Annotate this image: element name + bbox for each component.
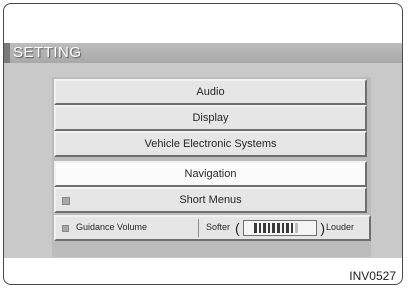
guidance-volume-label: Guidance Volume xyxy=(76,222,148,232)
volume-bar xyxy=(263,223,266,233)
vehicle-electronic-systems-label: Vehicle Electronic Systems xyxy=(144,138,277,150)
volume-bars xyxy=(254,223,298,233)
display-button-label: Display xyxy=(192,112,229,124)
bracket-left-icon: ( xyxy=(235,220,240,236)
guidance-volume-row[interactable]: Guidance Volume Softer ( ) Louder xyxy=(54,215,371,241)
short-menus-indicator-icon xyxy=(62,197,70,205)
navigation-button-label: Navigation xyxy=(184,168,237,180)
settings-menu: Audio Display Vehicle Electronic Systems… xyxy=(52,77,371,257)
volume-bar xyxy=(258,223,262,233)
settings-screen: SETTING Audio Display Vehicle Electronic… xyxy=(4,43,402,258)
volume-bar xyxy=(290,223,294,233)
navigation-button[interactable]: Navigation xyxy=(54,161,367,187)
title-notch xyxy=(4,43,10,63)
guidance-volume-indicator-icon xyxy=(62,225,69,232)
softer-label: Softer xyxy=(206,222,231,232)
volume-bar xyxy=(276,223,280,233)
display-button[interactable]: Display xyxy=(54,105,367,131)
page-title: SETTING xyxy=(13,44,82,61)
volume-bar xyxy=(295,223,298,233)
display-frame: SETTING Audio Display Vehicle Electronic… xyxy=(3,3,403,285)
audio-button[interactable]: Audio xyxy=(54,79,367,105)
volume-bar xyxy=(281,223,285,233)
figure-caption: INV0527 xyxy=(349,269,396,283)
volume-bar xyxy=(286,223,289,233)
volume-bar xyxy=(267,223,271,233)
vehicle-electronic-systems-button[interactable]: Vehicle Electronic Systems xyxy=(54,131,367,157)
guidance-volume-divider xyxy=(198,219,199,237)
short-menus-button[interactable]: Short Menus xyxy=(54,187,367,213)
short-menus-button-label: Short Menus xyxy=(179,194,242,206)
audio-button-label: Audio xyxy=(196,86,225,98)
volume-bar xyxy=(272,223,275,233)
volume-bar xyxy=(254,223,257,233)
header-bar: SETTING xyxy=(4,43,402,63)
louder-label: Louder xyxy=(326,222,355,232)
guidance-volume-slider[interactable]: ( ) xyxy=(235,220,325,236)
bracket-right-icon: ) xyxy=(320,220,325,236)
